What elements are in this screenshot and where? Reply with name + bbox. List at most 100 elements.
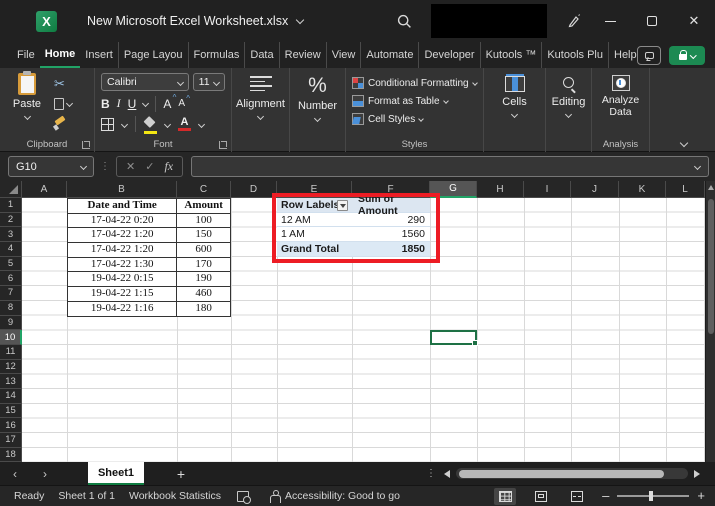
row-header[interactable]: 8 [0, 301, 22, 316]
column-header-selected[interactable]: G [430, 181, 477, 198]
share-button[interactable] [669, 46, 705, 65]
enter-icon[interactable]: ✓ [145, 160, 154, 173]
vertical-scroll-thumb[interactable] [708, 199, 714, 334]
pivot-grand-total-label[interactable]: Grand Total [277, 243, 352, 255]
cancel-icon[interactable]: ✕ [126, 160, 135, 173]
cells-button[interactable]: Cells [484, 73, 545, 117]
status-sheet-info[interactable]: Sheet 1 of 1 [58, 490, 115, 502]
amount-cell[interactable]: 180 [177, 302, 231, 317]
row-header[interactable]: 15 [0, 404, 22, 419]
pivot-row-value[interactable]: 1560 [352, 228, 430, 240]
pivot-row-label[interactable]: 12 AM [277, 214, 352, 226]
shrink-font-button[interactable]: A [178, 98, 185, 109]
format-painter-button[interactable] [54, 115, 72, 132]
row-header[interactable]: 18 [0, 448, 22, 463]
row-header[interactable]: 10 [0, 330, 22, 345]
fill-color-chevron-icon[interactable] [164, 120, 171, 127]
insert-function-icon[interactable]: fx [164, 159, 173, 174]
row-header[interactable]: 6 [0, 271, 22, 286]
column-header[interactable]: D [231, 181, 277, 198]
ink-pen-icon[interactable] [559, 6, 589, 36]
column-header[interactable]: L [666, 181, 705, 198]
zoom-in-button[interactable]: + [697, 491, 705, 501]
date-cell[interactable]: 17-04-22 1:20 [68, 228, 177, 243]
ribbon-tab[interactable]: Kutools ™ [480, 42, 542, 68]
data-table-row[interactable]: 17-04-22 1:20 150 [68, 228, 231, 243]
sheet-options-dots-icon[interactable]: ⋮ [426, 462, 436, 485]
format-as-table-button[interactable]: Format as Table [352, 92, 483, 110]
previous-sheet-button[interactable]: ‹ [0, 462, 30, 485]
amount-cell[interactable]: 600 [177, 243, 231, 258]
data-table-row[interactable]: 17-04-22 1:30 170 [68, 258, 231, 273]
data-table-header-amount[interactable]: Amount [177, 199, 231, 214]
underline-options-chevron-icon[interactable] [142, 100, 149, 107]
clipboard-dialog-launcher[interactable] [82, 141, 90, 149]
row-header[interactable]: 7 [0, 286, 22, 301]
add-sheet-button[interactable]: + [158, 462, 204, 485]
alignment-button[interactable]: Alignment [232, 73, 289, 119]
comments-button[interactable] [637, 46, 661, 65]
data-table-row[interactable]: 17-04-22 1:20 600 [68, 243, 231, 258]
scroll-right-icon[interactable] [694, 470, 700, 478]
row-header[interactable]: 9 [0, 316, 22, 331]
zoom-slider-thumb[interactable] [649, 491, 653, 501]
selected-cell-G10[interactable] [430, 330, 477, 345]
minimize-button[interactable] [589, 4, 631, 38]
sheet-tab-active[interactable]: Sheet1 [88, 462, 144, 485]
row-header[interactable]: 16 [0, 418, 22, 433]
data-table-row[interactable]: 19-04-22 0:15 190 [68, 272, 231, 287]
row-header[interactable]: 11 [0, 345, 22, 360]
ribbon-tab[interactable]: Automate [360, 42, 418, 68]
search-icon[interactable] [389, 6, 419, 36]
horizontal-scroll-thumb[interactable] [459, 470, 664, 478]
ribbon-tab[interactable]: Insert [80, 42, 118, 68]
pivot-data-row[interactable]: 1 AM 1560 [277, 227, 430, 242]
formula-input[interactable] [191, 156, 709, 177]
amount-cell[interactable]: 190 [177, 272, 231, 287]
row-header[interactable]: 14 [0, 389, 22, 404]
scroll-up-icon[interactable] [708, 185, 714, 190]
data-table-row[interactable]: 17-04-22 0:20 100 [68, 214, 231, 229]
name-box[interactable]: G10 [8, 156, 94, 177]
column-header[interactable]: C [177, 181, 231, 198]
cell-grid[interactable]: Date and Time Amount 17-04-22 0:20 100 1… [22, 198, 705, 463]
row-header[interactable]: 17 [0, 433, 22, 448]
amount-cell[interactable]: 460 [177, 287, 231, 302]
ribbon-tab[interactable]: Data [244, 42, 278, 68]
title-chevron-down-icon[interactable] [296, 15, 304, 23]
bold-button[interactable]: B [101, 97, 110, 111]
pivot-value-header[interactable]: Sum of Amount [352, 193, 430, 217]
ribbon-tab[interactable]: Formulas [188, 42, 245, 68]
pivot-row-label[interactable]: 1 AM [277, 228, 352, 240]
ribbon-tab[interactable]: Page Layou [118, 42, 188, 68]
view-page-layout-button[interactable] [530, 488, 552, 505]
fill-color-button[interactable] [144, 118, 157, 131]
ribbon-tab[interactable]: Home [40, 42, 81, 68]
column-header[interactable]: H [477, 181, 524, 198]
ribbon-tab[interactable]: View [326, 42, 361, 68]
font-color-button[interactable]: A [178, 117, 191, 131]
row-header[interactable]: 1 [0, 198, 22, 213]
ribbon-tab[interactable]: Help [608, 42, 637, 68]
view-page-break-button[interactable] [566, 488, 588, 505]
column-header[interactable]: J [571, 181, 619, 198]
horizontal-scrollbar[interactable] [444, 466, 700, 481]
select-all-corner[interactable] [0, 181, 22, 198]
editing-button[interactable]: Editing [546, 73, 591, 117]
cut-button[interactable]: ✂ [54, 75, 72, 92]
amount-cell[interactable]: 170 [177, 258, 231, 273]
font-color-chevron-icon[interactable] [198, 120, 205, 127]
italic-button[interactable]: I [117, 96, 121, 111]
collapse-ribbon-chevron-icon[interactable] [680, 139, 688, 147]
data-table-header-row[interactable]: Date and Time Amount [68, 199, 231, 214]
borders-chevron-icon[interactable] [121, 120, 128, 127]
next-sheet-button[interactable]: › [30, 462, 60, 485]
close-button[interactable]: ✕ [673, 4, 715, 38]
amount-cell[interactable]: 100 [177, 214, 231, 229]
pivot-grand-total-row[interactable]: Grand Total 1850 [277, 242, 430, 257]
pivot-grand-total-value[interactable]: 1850 [352, 243, 430, 255]
underline-button[interactable]: U [128, 97, 137, 111]
date-cell[interactable]: 19-04-22 0:15 [68, 272, 177, 287]
zoom-slider[interactable] [617, 495, 689, 496]
vertical-scrollbar[interactable] [705, 181, 715, 462]
